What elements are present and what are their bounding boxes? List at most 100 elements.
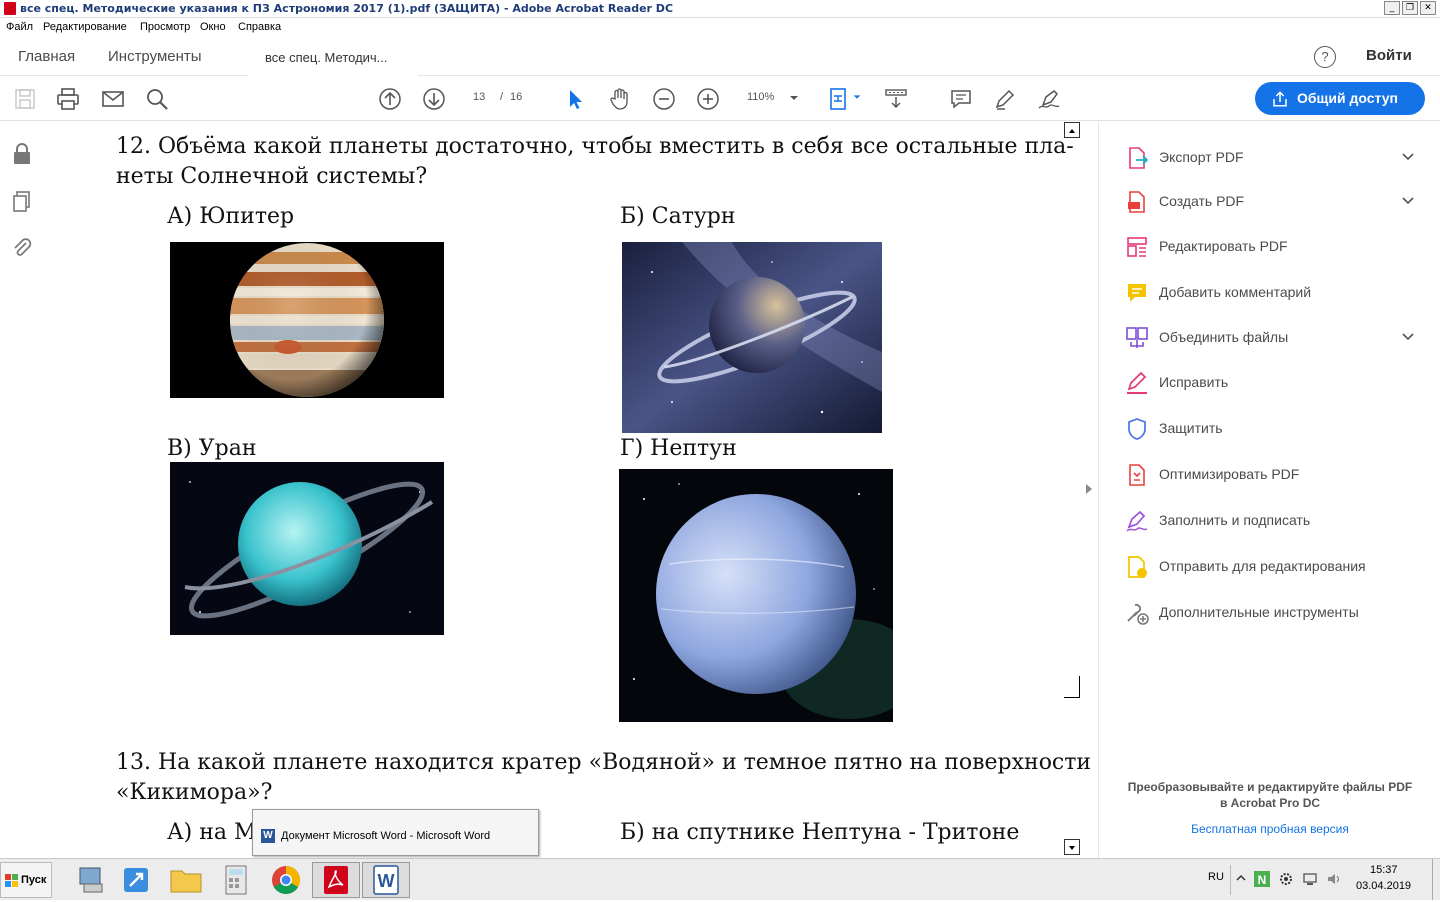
show-desktop-button[interactable]	[1432, 859, 1440, 900]
chevron-down-icon[interactable]	[1401, 330, 1415, 344]
menu-bar: Файл Редактирование Просмотр Окно Справк…	[0, 19, 1440, 37]
tray-expand-chevron-icon[interactable]	[1236, 873, 1246, 883]
close-button[interactable]: ✕	[1420, 1, 1436, 15]
tab-document[interactable]: все спец. Методич...	[248, 38, 418, 76]
select-tool-icon[interactable]	[564, 87, 588, 111]
lock-icon[interactable]	[11, 142, 33, 166]
question-13-option-a: А) на М	[167, 820, 257, 845]
free-trial-link[interactable]: Бесплатная пробная версия	[1099, 822, 1440, 836]
start-button[interactable]: Пуск	[0, 862, 52, 898]
expand-right-panel-icon[interactable]	[1084, 482, 1094, 496]
tool-label: Экспорт PDF	[1159, 149, 1244, 165]
tool-create-pdf[interactable]: Создать PDF	[1099, 182, 1440, 222]
page-separator: /	[500, 91, 504, 103]
windows-logo-icon	[5, 874, 18, 887]
scroll-down-button[interactable]	[1064, 839, 1080, 855]
start-label: Пуск	[21, 874, 47, 886]
popup-text: Документ Microsoft Word - Microsoft Word	[281, 830, 491, 842]
tool-add-comment[interactable]: Добавить комментарий	[1099, 273, 1440, 313]
clock-date[interactable]: 03.04.2019	[1356, 880, 1411, 892]
tools-panel: Экспорт PDF Создать PDF Редактировать PD…	[1098, 122, 1440, 858]
menu-view[interactable]: Просмотр	[140, 21, 190, 33]
sign-in-button[interactable]: Войти	[1366, 47, 1412, 64]
option-v-label: В) Уран	[167, 436, 257, 461]
comment-icon[interactable]	[949, 87, 973, 111]
taskbar-preview-popup[interactable]: W Документ Microsoft Word - Microsoft Wo…	[252, 809, 539, 856]
restore-button[interactable]: ❐	[1402, 1, 1418, 15]
chrome-icon	[272, 866, 300, 894]
menu-help[interactable]: Справка	[238, 21, 281, 33]
taskbar-explorer-app[interactable]	[72, 862, 112, 898]
zoom-dropdown-chevron-icon[interactable]	[788, 92, 800, 104]
uranus-image	[170, 462, 444, 635]
previous-page-icon[interactable]	[378, 87, 402, 111]
language-indicator[interactable]: RU	[1208, 871, 1224, 883]
print-icon[interactable]	[56, 87, 80, 111]
taskbar-calculator-app[interactable]	[216, 862, 256, 898]
taskbar-chrome-app[interactable]	[266, 862, 306, 898]
chevron-down-icon[interactable]	[1401, 150, 1415, 164]
tool-protect[interactable]: Защитить	[1099, 409, 1440, 449]
protect-icon	[1128, 418, 1146, 440]
taskbar-shortcut-app[interactable]	[116, 862, 156, 898]
tool-more-tools[interactable]: Дополнительные инструменты	[1099, 593, 1440, 633]
tab-home[interactable]: Главная	[18, 48, 75, 65]
taskbar-word-app[interactable]: W	[362, 862, 410, 898]
question-13-option-b: Б) на спутнике Нептуна - Тритоне	[620, 820, 1020, 845]
tool-fill-sign[interactable]: Заполнить и подписать	[1099, 501, 1440, 541]
tool-label: Редактировать PDF	[1159, 238, 1288, 254]
fit-page-icon[interactable]	[828, 87, 852, 111]
menu-window[interactable]: Окно	[200, 21, 226, 33]
search-icon[interactable]	[145, 87, 169, 111]
highlight-pen-icon[interactable]	[993, 87, 1017, 111]
folder-icon	[170, 870, 202, 893]
share-button[interactable]: Общий доступ	[1255, 82, 1425, 115]
minimize-button[interactable]: _	[1384, 1, 1400, 15]
taskbar-folder-app[interactable]	[166, 862, 206, 898]
tool-optimize-pdf[interactable]: Оптимизировать PDF	[1099, 455, 1440, 495]
clock-time[interactable]: 15:37	[1370, 864, 1398, 876]
page-number-input[interactable]: 13	[473, 91, 485, 103]
computer-icon	[79, 867, 103, 893]
calculator-icon	[225, 865, 247, 895]
tab-tools[interactable]: Инструменты	[108, 48, 202, 65]
tool-label: Отправить для редактирования	[1159, 558, 1366, 574]
scroll-up-button[interactable]	[1064, 122, 1080, 138]
word-doc-icon: W	[261, 829, 275, 843]
combine-files-icon	[1126, 327, 1148, 348]
tray-app-icon[interactable]: N	[1254, 871, 1270, 887]
zoom-out-icon[interactable]	[652, 87, 676, 111]
chevron-down-icon[interactable]	[1401, 194, 1415, 208]
option-b-label: Б) Сатурн	[620, 204, 736, 229]
next-page-icon[interactable]	[422, 87, 446, 111]
email-icon[interactable]	[101, 87, 125, 111]
option-g-label: Г) Нептун	[620, 436, 737, 461]
pages-icon[interactable]	[12, 190, 32, 214]
hand-tool-icon[interactable]	[608, 87, 632, 111]
page-total: 16	[510, 91, 523, 103]
fill-sign-icon	[1126, 510, 1148, 532]
sign-icon[interactable]	[1037, 87, 1061, 111]
volume-icon[interactable]	[1326, 871, 1342, 887]
menu-file[interactable]: Файл	[6, 21, 33, 33]
help-button[interactable]: ?	[1314, 46, 1336, 68]
svg-text:W: W	[378, 871, 395, 891]
tool-send-for-edit[interactable]: Отправить для редактирования	[1099, 547, 1440, 587]
tool-export-pdf[interactable]: Экспорт PDF	[1099, 138, 1440, 178]
taskbar-acrobat-app[interactable]	[312, 862, 360, 898]
scroll-thumb[interactable]	[1064, 676, 1080, 698]
fit-dropdown-chevron-icon[interactable]	[852, 92, 862, 102]
tool-edit-pdf[interactable]: Редактировать PDF	[1099, 227, 1440, 267]
zoom-level-select[interactable]: 110%	[747, 91, 774, 103]
document-viewer[interactable]: 12. Объёма какой планеты достаточно, что…	[44, 122, 1098, 858]
tool-fix[interactable]: Исправить	[1099, 363, 1440, 403]
network-icon[interactable]	[1302, 871, 1318, 887]
tool-combine-files[interactable]: Объединить файлы	[1099, 318, 1440, 358]
settings-gear-icon[interactable]	[1278, 871, 1294, 887]
zoom-in-icon[interactable]	[696, 87, 720, 111]
scrolling-mode-icon[interactable]	[884, 87, 908, 111]
question-12-line-1: 12. Объёма какой планеты достаточно, что…	[116, 134, 1074, 159]
save-icon[interactable]	[13, 87, 37, 111]
menu-edit[interactable]: Редактирование	[43, 21, 127, 33]
attachment-icon[interactable]	[12, 236, 32, 260]
